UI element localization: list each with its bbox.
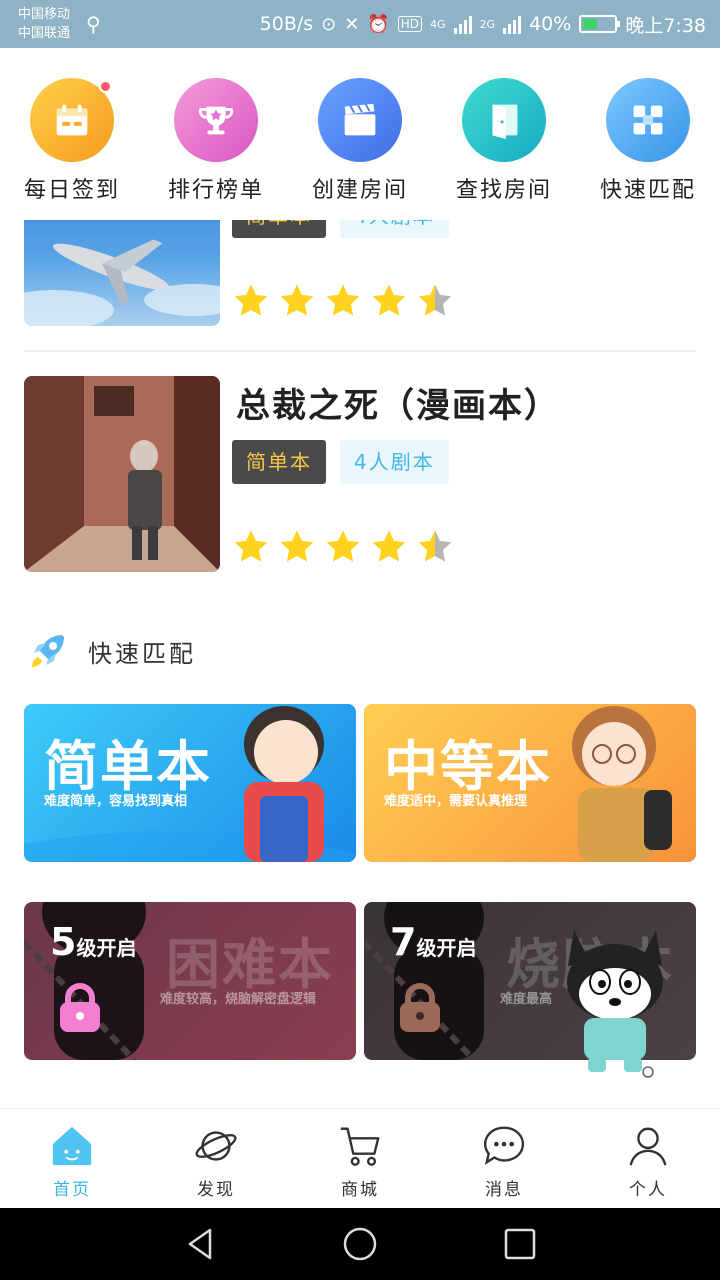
carrier-2: 中国联通 [18,26,71,41]
home-button-icon[interactable] [342,1226,378,1262]
husky-mascot-image[interactable] [560,922,670,1082]
rating-stars [232,282,454,320]
network-1-label: 4G [430,17,446,31]
boy-character-image [24,706,356,862]
battery-icon [579,15,621,33]
nav-profile[interactable]: 个人 [576,1123,720,1200]
players-tag: 4人剧本 [340,440,449,484]
trophy-icon [174,78,258,162]
difficulty-tag: 简单本 [232,440,326,484]
alley-image [24,376,220,572]
cart-icon [340,1127,380,1166]
nav-label: 个人 [629,1180,667,1200]
star-icon [234,530,268,562]
menu-label: 排行榜单 [167,178,264,203]
nav-home[interactable]: 首页 [0,1123,144,1200]
clock: 晚上7:38 [625,14,706,37]
unlock-level-text: 级开启 [416,936,477,960]
nav-label: 发现 [197,1180,235,1200]
menu-label: 每日签到 [23,178,120,203]
section-title: 快速匹配 [88,639,196,668]
menu-find-room[interactable]: 查找房间 [439,78,569,204]
nav-messages[interactable]: 消息 [432,1123,576,1200]
back-icon[interactable] [182,1226,218,1262]
list-divider [24,350,696,352]
grid-icon [606,78,690,162]
location-icon: ⊙ [321,13,337,35]
menu-label: 快速匹配 [599,178,696,203]
planet-icon [195,1131,237,1161]
lock-icon [400,983,440,1032]
unlock-level-text: 级开启 [76,936,137,960]
unlock-level-label: 7级开启 [390,920,476,964]
status-bar: 中国移动 中国联通 ⚲ 50B/s ⊙ ✕ ⏰ HD 4G 2G 40% 晚上7… [0,0,720,48]
unlock-level-number: 5 [50,920,77,964]
quick-match-header: 快速匹配 [26,626,196,676]
door-icon [462,78,546,162]
battery-percent: 40% [529,13,572,35]
menu-label: 创建房间 [311,178,408,203]
home-icon [52,1126,92,1166]
calendar-icon [30,78,114,162]
mute-icon: ✕ [344,13,360,35]
system-navigation-bar [0,1208,720,1280]
star-icon [280,284,314,316]
level-card-medium[interactable]: 中等本 难度适中，需要认真推理 [364,704,696,862]
menu-label: 查找房间 [455,178,552,203]
star-icon [234,284,268,316]
network-2-label: 2G [479,17,496,31]
lock-icon [60,983,100,1032]
half-star-icon [418,530,452,562]
star-icon [280,530,314,562]
rating-stars [232,528,454,566]
nav-discover[interactable]: 发现 [144,1123,288,1200]
carrier-info: 中国移动 中国联通 [18,5,70,43]
profile-icon [629,1127,667,1166]
menu-quick-match[interactable]: 快速匹配 [583,78,713,204]
rocket-icon [32,635,64,667]
script-cover-image [24,376,220,572]
nav-label: 商城 [341,1180,379,1200]
star-icon [372,284,406,316]
unlock-level-number: 7 [390,920,417,964]
script-card[interactable]: 总裁之死（漫画本） 简单本 4人剧本 [24,376,696,572]
carrier-1: 中国移动 [18,7,71,22]
unlock-level-label: 5级开启 [50,920,136,964]
star-icon [326,284,360,316]
level-card-hard[interactable]: 困难本 难度较高，烧脑解密盘逻辑 5级开启 [24,902,356,1060]
usb-icon: ⚲ [86,12,101,36]
signal-2-icon [503,14,522,34]
script-title: 总裁之死（漫画本） [236,386,560,426]
star-icon [326,530,360,562]
level-card-easy[interactable]: 简单本 难度简单，容易找到真相 [24,704,356,862]
menu-daily-checkin[interactable]: 每日签到 [7,78,137,204]
star-icon [372,530,406,562]
top-menu: 每日签到 排行榜单 创建房间 查找房间 快速匹配 [0,48,720,220]
nav-label: 首页 [53,1180,91,1200]
menu-create-room[interactable]: 创建房间 [295,78,425,204]
signal-1-icon [453,14,472,34]
net-speed: 50B/s [259,13,314,35]
nav-shop[interactable]: 商城 [288,1123,432,1200]
bottom-navigation: 首页 发现 商城 消息 个人 [0,1108,720,1208]
clapperboard-icon [318,78,402,162]
alarm-icon: ⏰ [367,13,390,35]
message-icon [484,1126,525,1165]
glasses-boy-character-image [572,706,672,862]
notification-badge [99,80,112,93]
nav-label: 消息 [485,1180,523,1200]
half-star-icon [418,284,452,316]
recent-apps-icon[interactable] [502,1226,538,1262]
menu-leaderboard[interactable]: 排行榜单 [151,78,281,204]
hd-icon: HD [397,16,423,32]
